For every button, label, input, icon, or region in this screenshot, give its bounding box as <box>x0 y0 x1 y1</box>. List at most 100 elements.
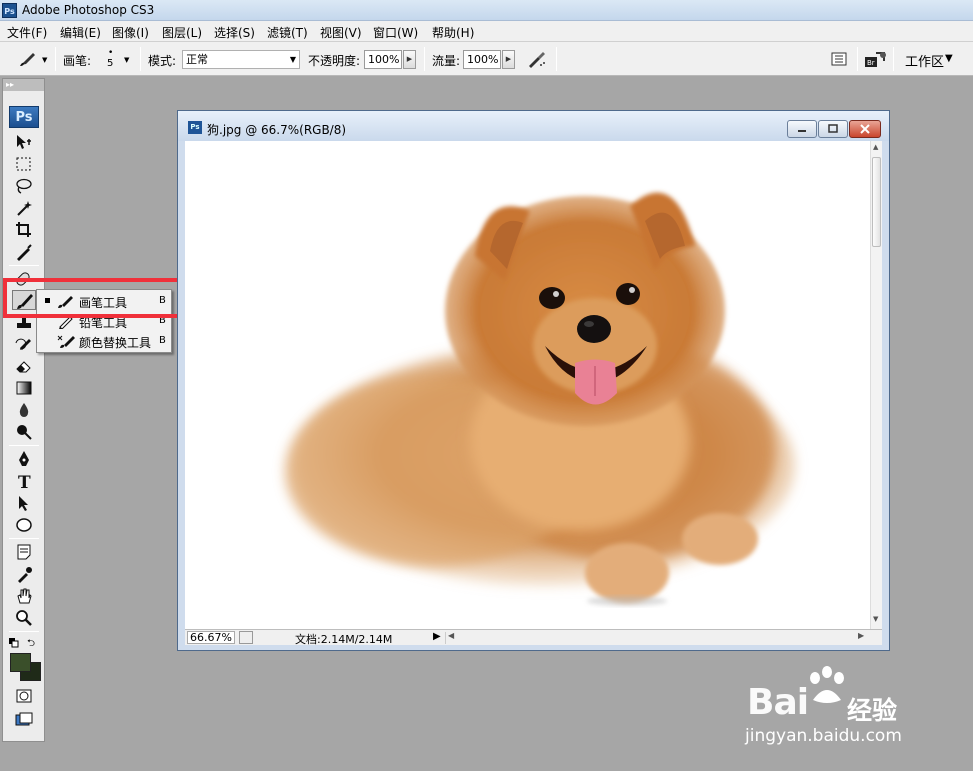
eraser-tool-icon[interactable] <box>12 356 36 376</box>
blur-tool-icon[interactable] <box>12 400 36 420</box>
svg-text:Br: Br <box>867 59 875 67</box>
magic-wand-tool-icon[interactable] <box>12 198 36 218</box>
mode-label: 模式: <box>148 54 177 68</box>
document-status-bar: 66.67% 文档:2.14M/2.14M ▶ ◀ ▶ <box>185 629 882 646</box>
color-replacement-icon <box>57 333 77 352</box>
options-bar: ▼ 画笔: • 5 ▼ 模式: 正常 ▼ 不透明度: 100% ▶ 流量: 10… <box>0 42 973 76</box>
vertical-scrollbar[interactable]: ▲ ▼ <box>870 141 882 629</box>
watermark-brand: Bai <box>747 682 809 723</box>
foreground-color-swatch[interactable] <box>10 653 31 672</box>
marquee-tool-icon[interactable] <box>12 154 36 174</box>
eyedropper-tool-icon[interactable] <box>12 564 36 584</box>
hand-tool-icon[interactable] <box>12 586 36 606</box>
maximize-button[interactable] <box>818 120 848 138</box>
flow-slider-arrow-icon[interactable]: ▶ <box>502 50 515 69</box>
separator <box>140 47 141 71</box>
menu-edit[interactable]: 编辑(E) <box>60 24 101 41</box>
slice-tool-icon[interactable] <box>12 242 36 262</box>
ellipse-tool-icon[interactable] <box>12 515 36 535</box>
brush-size: 5 <box>107 58 114 69</box>
dodge-tool-icon[interactable] <box>12 422 36 442</box>
horizontal-scrollbar[interactable]: ◀ ▶ <box>445 631 867 644</box>
mode-value: 正常 <box>186 53 208 66</box>
scroll-left-arrow-icon[interactable]: ◀ <box>448 631 454 640</box>
menu-file[interactable]: 文件(F) <box>7 24 47 41</box>
toolbox-ps-logo[interactable]: Ps <box>9 106 39 128</box>
default-colors-icon[interactable] <box>9 637 19 651</box>
flyout-item-shortcut: B <box>159 335 166 346</box>
brush-picker-arrow-icon[interactable]: ▼ <box>124 56 129 64</box>
pen-tool-icon[interactable] <box>12 449 36 469</box>
brush-label: 画笔: <box>63 54 92 68</box>
flow-label: 流量: <box>432 54 461 68</box>
flyout-item-color-replacement-tool[interactable]: 颜色替换工具 B <box>37 332 171 351</box>
separator <box>893 47 894 71</box>
image-canvas[interactable] <box>185 141 870 629</box>
palette-well-icon[interactable] <box>831 52 847 69</box>
scroll-down-arrow-icon[interactable]: ▼ <box>873 615 878 623</box>
notes-tool-icon[interactable] <box>12 542 36 562</box>
toolbox-separator <box>9 538 39 539</box>
zoom-tool-icon[interactable] <box>12 608 36 628</box>
opacity-input[interactable]: 100% <box>364 50 402 69</box>
status-menu-arrow-icon[interactable]: ▶ <box>433 631 441 642</box>
highlight-annotation-box <box>3 278 198 318</box>
svg-text:T: T <box>18 473 31 490</box>
separator <box>55 47 56 71</box>
toolbox-separator <box>9 265 39 266</box>
baidu-paw-logo-icon <box>810 666 844 703</box>
toolbox-header[interactable]: ▸▸ <box>3 79 44 91</box>
swap-colors-icon[interactable]: ⮌ <box>27 636 35 653</box>
document-title-bar[interactable]: Ps 狗.jpg @ 66.7%(RGB/8) <box>178 111 889 141</box>
menu-layer[interactable]: 图层(L) <box>162 24 202 41</box>
flow-input[interactable]: 100% <box>463 50 501 69</box>
baidu-jingyan-watermark: Bai 经验 jingyan.baidu.com <box>735 664 935 754</box>
menu-select[interactable]: 选择(S) <box>214 24 255 41</box>
history-brush-tool-icon[interactable] <box>12 334 36 354</box>
airbrush-icon[interactable] <box>526 49 548 72</box>
type-tool-icon[interactable]: T <box>12 471 36 491</box>
workspace-dropdown-arrow-icon[interactable]: ▼ <box>945 53 953 64</box>
menu-view[interactable]: 视图(V) <box>320 24 362 41</box>
path-selection-tool-icon[interactable] <box>12 493 36 513</box>
scroll-up-arrow-icon[interactable]: ▲ <box>873 143 878 151</box>
toolbox-separator <box>9 445 39 446</box>
crop-tool-icon[interactable] <box>12 220 36 240</box>
document-size-info: 文档:2.14M/2.14M <box>295 633 393 646</box>
lasso-tool-icon[interactable] <box>12 176 36 196</box>
menu-window[interactable]: 窗口(W) <box>373 24 418 41</box>
window-title: Adobe Photoshop CS3 <box>22 3 155 17</box>
menu-image[interactable]: 图像(I) <box>112 24 149 41</box>
toolbox: ▸▸ Ps T ⮌ <box>2 78 45 742</box>
watermark-url: jingyan.baidu.com <box>745 726 902 746</box>
screen-mode-icon[interactable] <box>12 710 36 730</box>
opacity-slider-arrow-icon[interactable]: ▶ <box>403 50 416 69</box>
menu-help[interactable]: 帮助(H) <box>432 24 474 41</box>
dog-photo <box>285 192 795 606</box>
separator <box>424 47 425 71</box>
move-tool-icon[interactable] <box>12 132 36 152</box>
document-title: 狗.jpg @ 66.7%(RGB/8) <box>207 123 347 137</box>
opacity-label: 不透明度: <box>308 54 361 68</box>
brush-tool-preset-icon[interactable] <box>18 50 40 71</box>
scroll-right-arrow-icon[interactable]: ▶ <box>858 631 864 640</box>
toolbox-separator <box>9 631 39 632</box>
document-ps-icon: Ps <box>188 121 202 134</box>
separator <box>556 47 557 71</box>
status-info-icon[interactable] <box>239 631 253 644</box>
preset-dropdown-arrow-icon[interactable]: ▼ <box>42 56 47 64</box>
flyout-item-label: 颜色替换工具 <box>79 336 152 350</box>
close-button[interactable] <box>849 120 881 138</box>
document-window: Ps 狗.jpg @ 66.7%(RGB/8) ▲ ▼ 66.67% 文档:2.… <box>177 110 890 651</box>
title-bar: Ps Adobe Photoshop CS3 <box>0 0 973 21</box>
zoom-level-input[interactable]: 66.67% <box>187 631 235 644</box>
mode-select[interactable]: 正常 ▼ <box>182 50 300 69</box>
gradient-tool-icon[interactable] <box>12 378 36 398</box>
quick-mask-mode-icon[interactable] <box>12 686 36 706</box>
vertical-scrollbar-thumb[interactable] <box>872 157 881 247</box>
menu-filter[interactable]: 滤镜(T) <box>267 24 308 41</box>
workspace-menu[interactable]: 工作区 <box>905 51 944 70</box>
bridge-icon[interactable]: Br <box>864 50 888 71</box>
mode-dropdown-arrow-icon: ▼ <box>289 55 296 64</box>
minimize-button[interactable] <box>787 120 817 138</box>
